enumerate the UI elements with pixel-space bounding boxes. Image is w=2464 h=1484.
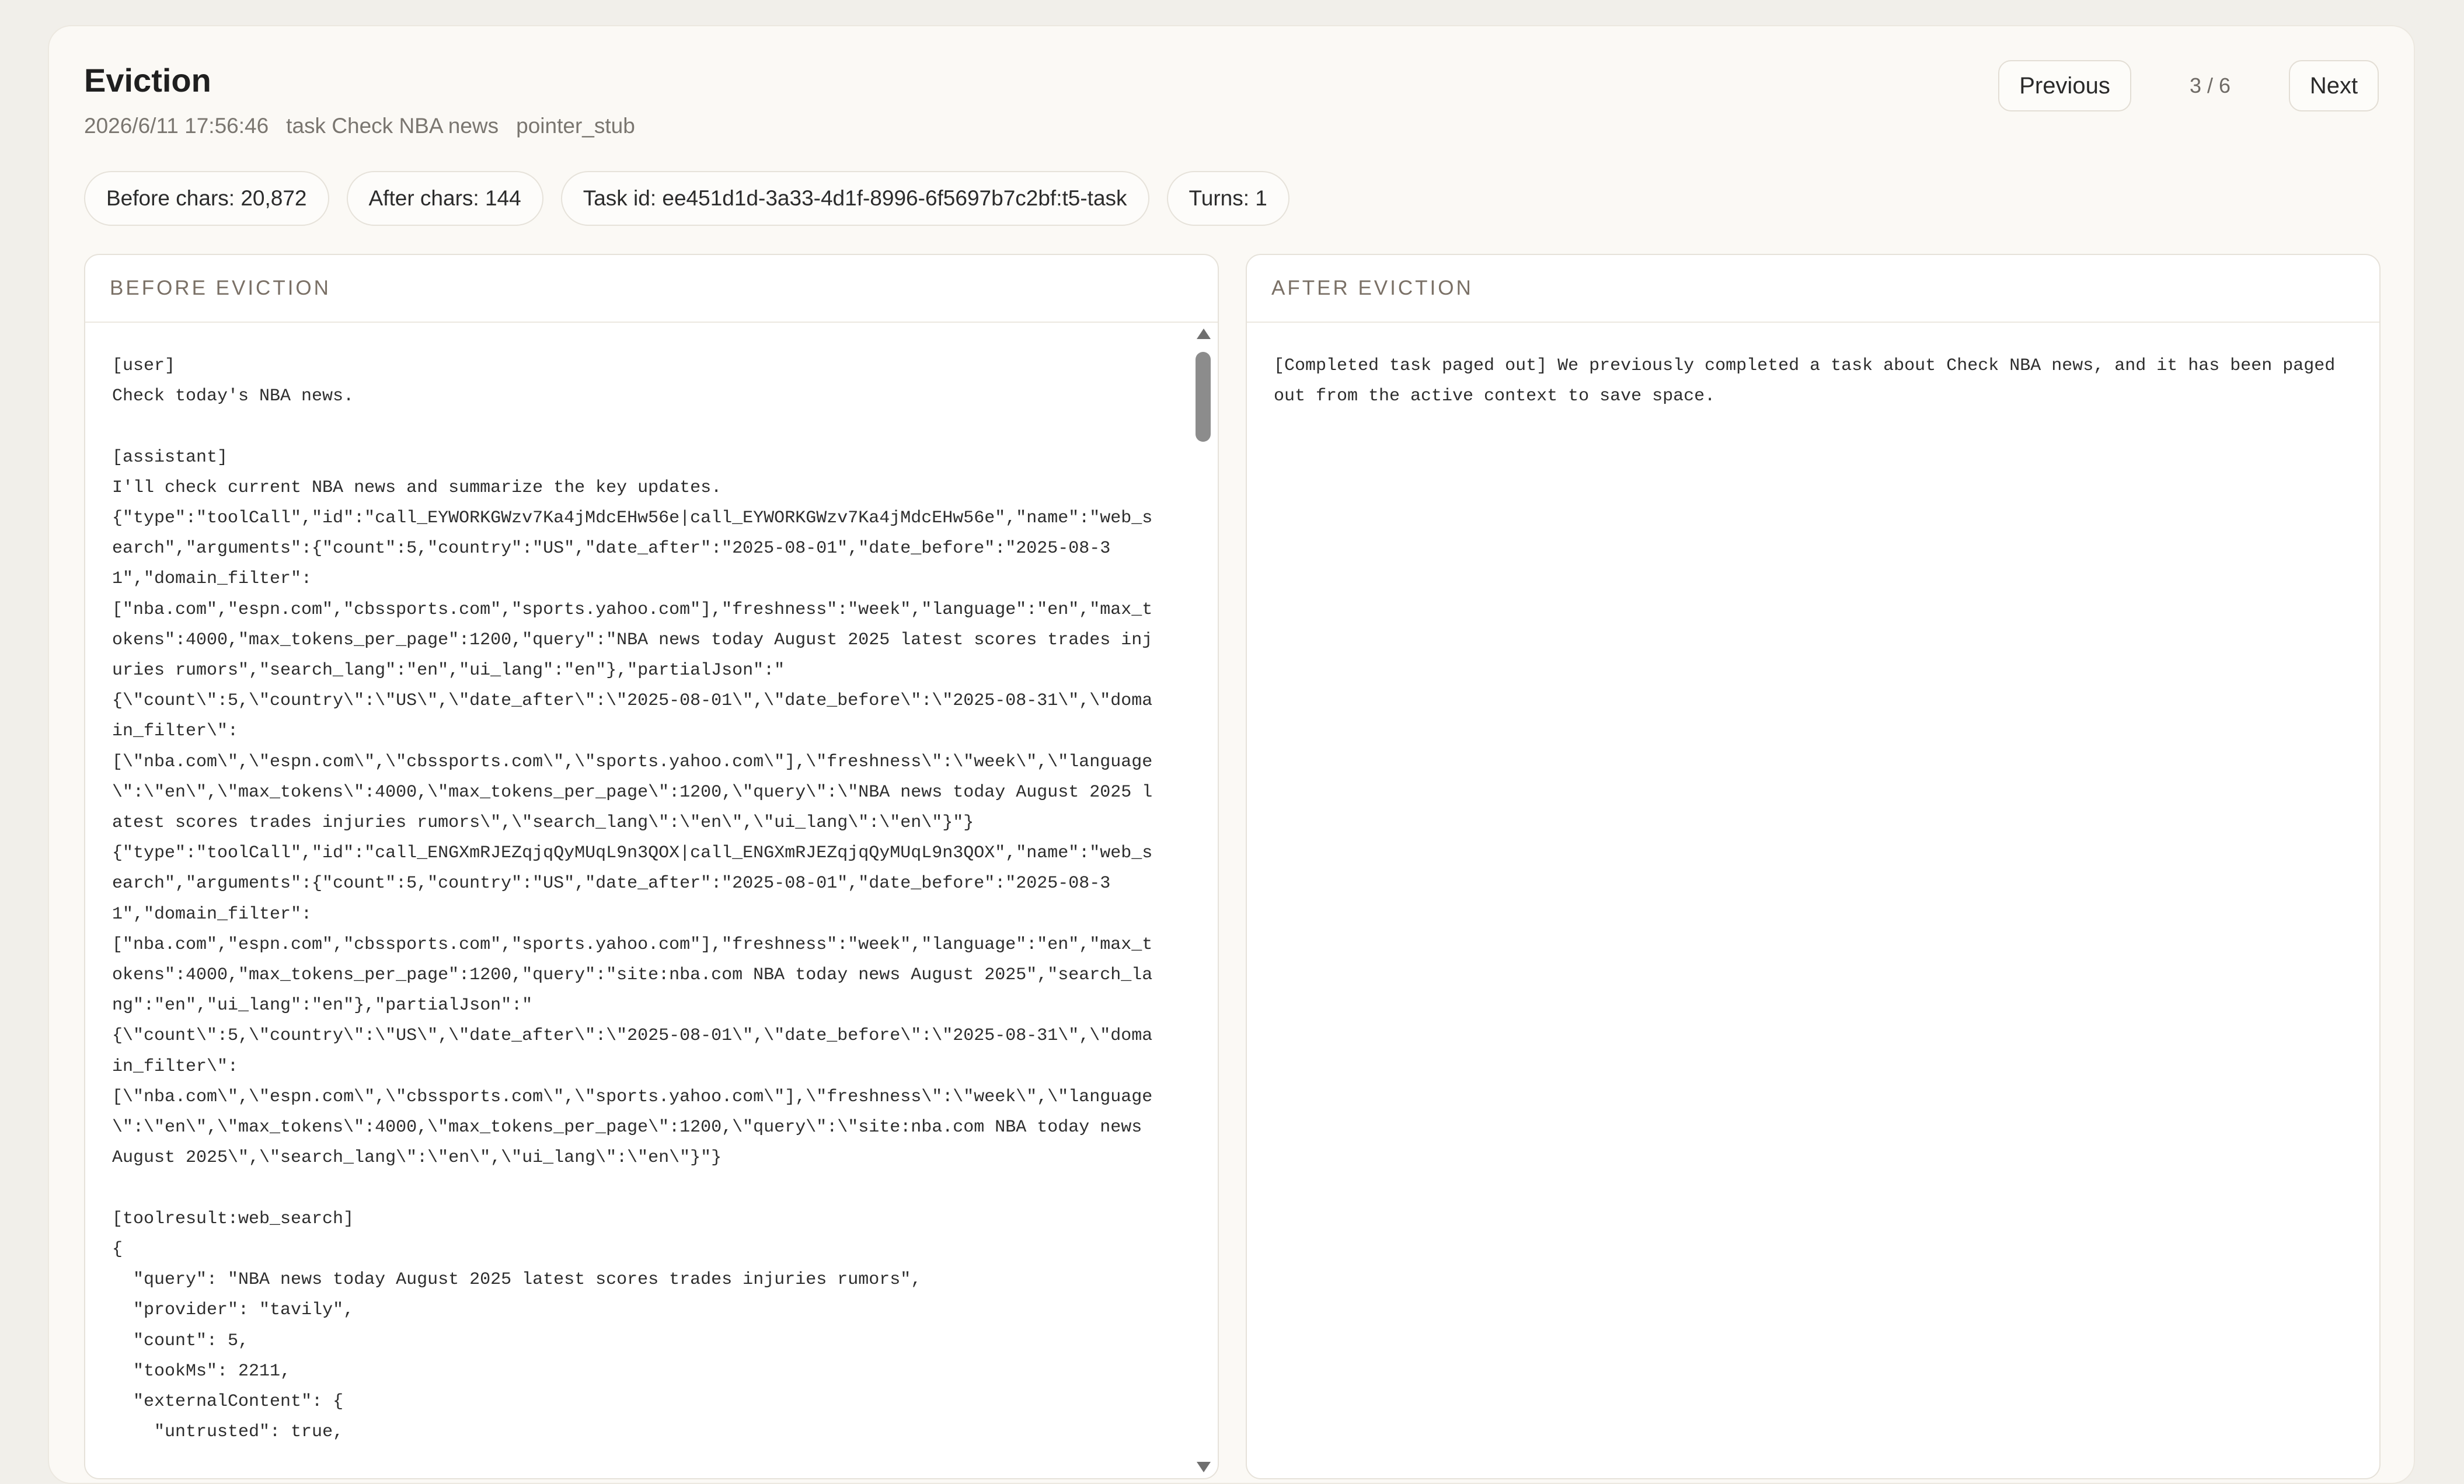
before-chars-chip: Before chars: 20,872: [84, 171, 329, 226]
stats-chips: Before chars: 20,872 After chars: 144 Ta…: [84, 171, 1289, 226]
page-title: Eviction: [84, 62, 211, 99]
after-eviction-heading: AFTER EVICTION: [1247, 255, 2379, 323]
meta-row: 2026/6/11 17:56:46 task Check NBA news p…: [84, 114, 635, 138]
mode-label: pointer_stub: [516, 114, 635, 138]
before-eviction-scroll-area[interactable]: [user] Check today's NBA news. [assistan…: [85, 323, 1218, 1478]
previous-button[interactable]: Previous: [1998, 60, 2131, 111]
after-chars-chip: After chars: 144: [346, 171, 543, 226]
page-indicator: 3 / 6: [2189, 74, 2231, 97]
after-eviction-panel: AFTER EVICTION [Completed task paged out…: [1246, 254, 2381, 1479]
task-id-chip: Task id: ee451d1d-3a33-4d1f-8996-6f5697b…: [560, 171, 1149, 226]
after-eviction-content: [Completed task paged out] We previously…: [1274, 356, 2346, 407]
before-eviction-heading: BEFORE EVICTION: [85, 255, 1218, 323]
pagination: Previous 3 / 6 Next: [1998, 60, 2379, 111]
scroll-down-arrow-icon[interactable]: [1197, 1462, 1211, 1472]
scroll-up-arrow-icon[interactable]: [1197, 329, 1211, 339]
eviction-card: Eviction 2026/6/11 17:56:46 task Check N…: [48, 25, 2415, 1484]
after-eviction-scroll-area: [Completed task paged out] We previously…: [1247, 323, 2379, 1478]
task-label: task Check NBA news: [286, 114, 499, 138]
turns-chip: Turns: 1: [1166, 171, 1289, 226]
scroll-thumb[interactable]: [1196, 352, 1211, 442]
before-eviction-panel: BEFORE EVICTION [user] Check today's NBA…: [84, 254, 1219, 1479]
before-eviction-content: [user] Check today's NBA news. [assistan…: [112, 356, 1153, 1443]
before-scrollbar[interactable]: [1193, 323, 1213, 1478]
timestamp: 2026/6/11 17:56:46: [84, 114, 269, 138]
next-button[interactable]: Next: [2289, 60, 2379, 111]
